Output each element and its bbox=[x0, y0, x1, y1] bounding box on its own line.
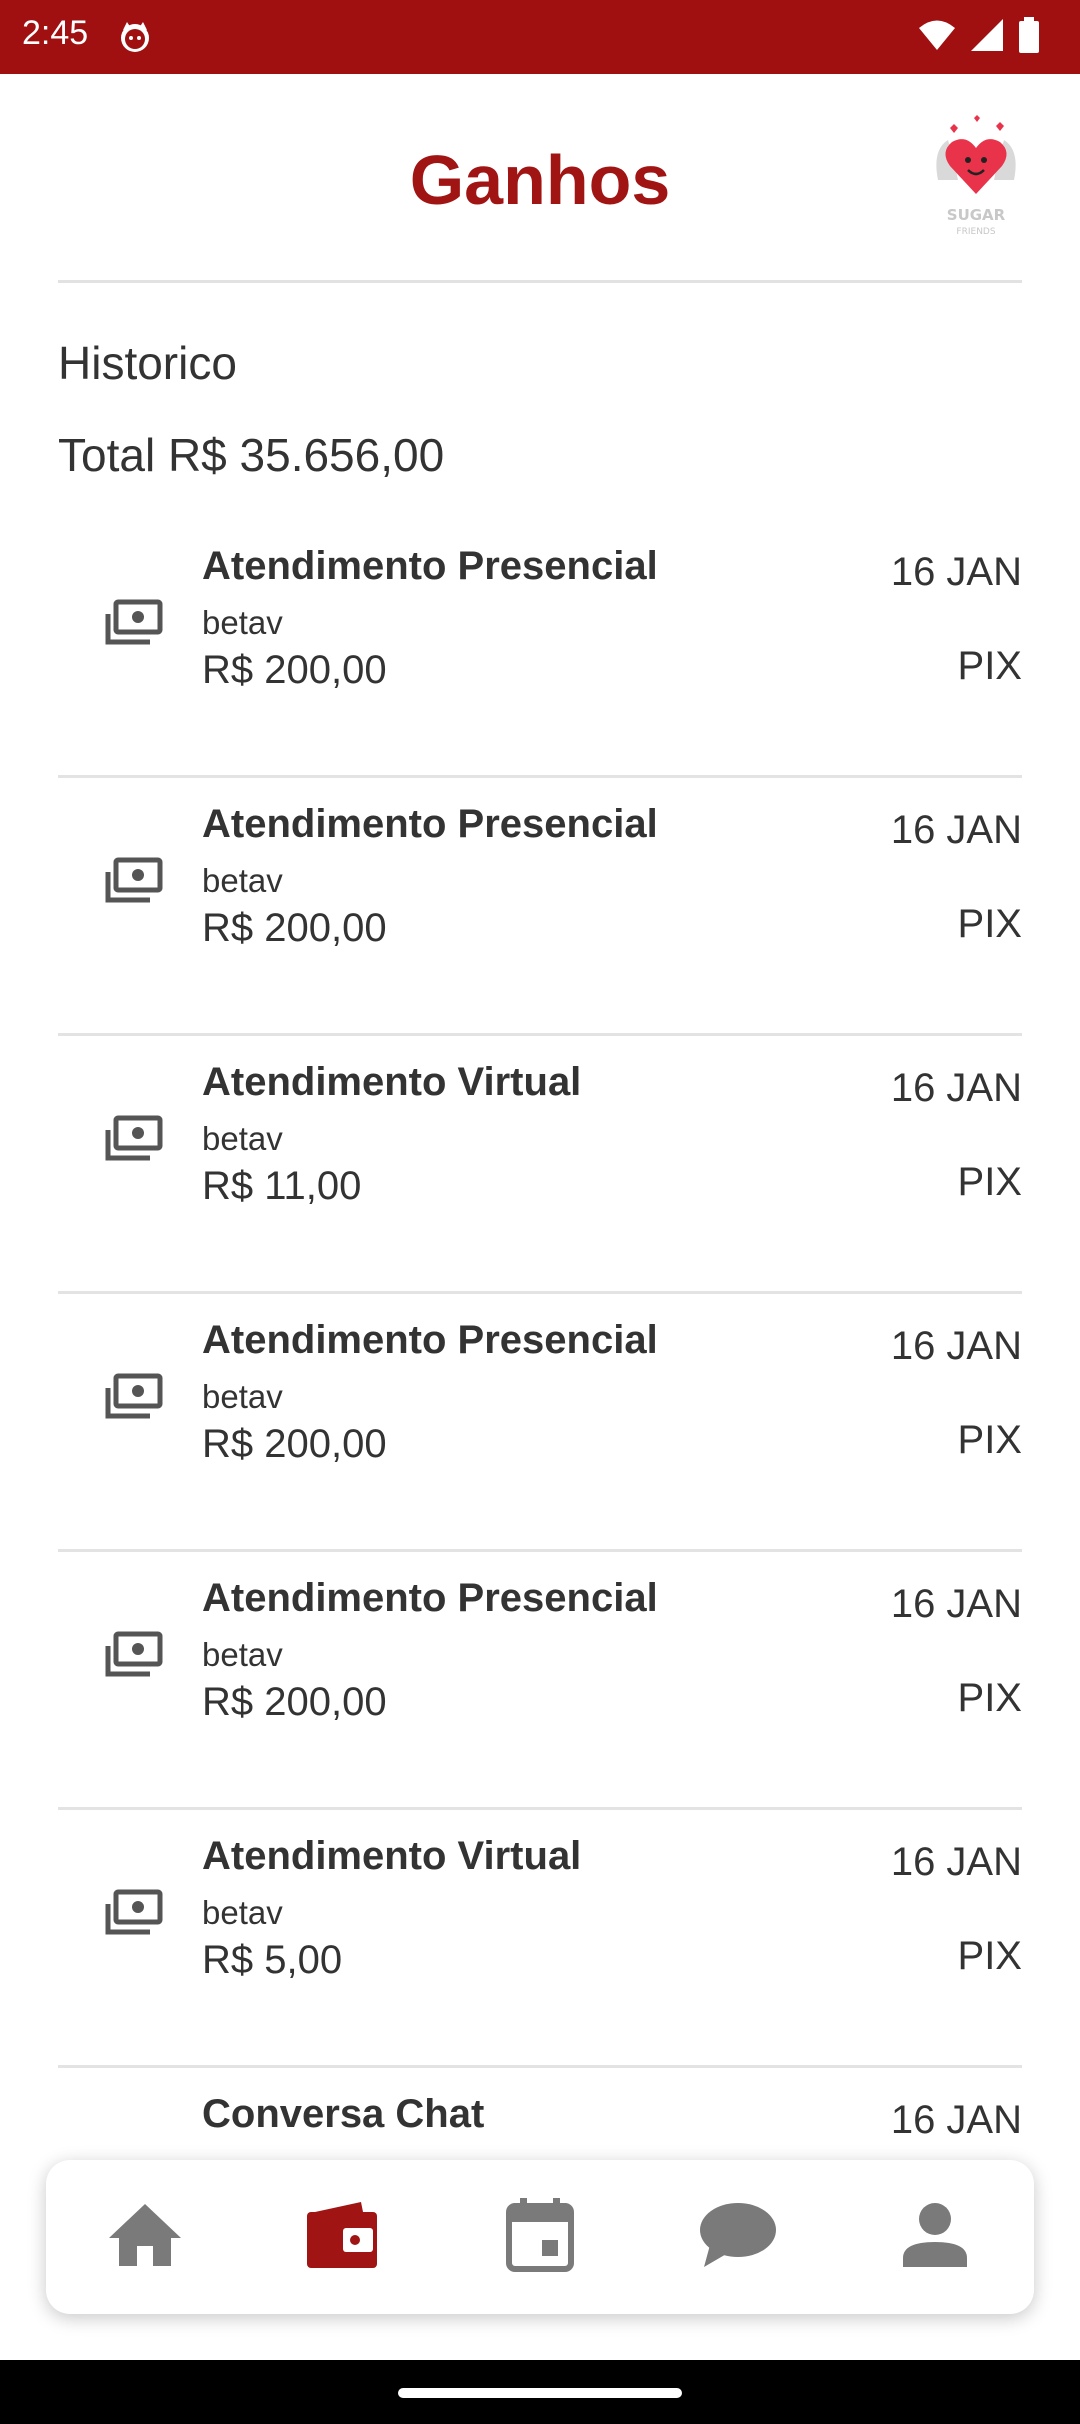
transaction-date: 16 JAN bbox=[890, 1582, 1022, 1626]
transaction-title: Conversa Chat bbox=[202, 2092, 485, 2136]
money-icon bbox=[104, 1630, 164, 1680]
home-gesture-pill[interactable] bbox=[398, 2388, 682, 2398]
transaction-row[interactable]: Atendimento Presencial betav R$ 200,00 1… bbox=[58, 520, 1022, 778]
transaction-client: betav bbox=[202, 1636, 283, 1673]
transaction-client: betav bbox=[202, 1120, 283, 1157]
wifi-icon bbox=[918, 19, 956, 56]
payment-method: PIX bbox=[957, 1160, 1022, 1204]
page-title: Ganhos bbox=[409, 141, 671, 219]
total-earnings: Total R$ 35.656,00 bbox=[58, 429, 445, 481]
nav-wallet[interactable] bbox=[282, 2177, 402, 2297]
home-icon bbox=[107, 2202, 183, 2273]
transaction-date: 16 JAN bbox=[890, 1324, 1022, 1368]
transaction-amount: R$ 11,00 bbox=[202, 1164, 362, 1208]
section-title: Historico bbox=[58, 337, 237, 389]
status-bar: 2:45 bbox=[0, 0, 1080, 74]
transaction-row[interactable]: Atendimento Presencial betav R$ 200,00 1… bbox=[58, 778, 1022, 1036]
transaction-row[interactable]: Atendimento Virtual betav R$ 11,00 16 JA… bbox=[58, 1036, 1022, 1294]
money-icon bbox=[104, 856, 164, 906]
transaction-amount: R$ 200,00 bbox=[202, 648, 387, 692]
money-icon bbox=[104, 1888, 164, 1938]
transaction-client: betav bbox=[202, 604, 283, 641]
transaction-amount: R$ 5,00 bbox=[202, 1938, 343, 1982]
money-icon bbox=[104, 1372, 164, 1422]
transaction-title: Atendimento Virtual bbox=[202, 1834, 582, 1878]
system-gesture-bar bbox=[0, 2360, 1080, 2424]
nav-chat[interactable] bbox=[678, 2177, 798, 2297]
money-icon bbox=[104, 598, 164, 648]
transaction-date: 16 JAN bbox=[890, 808, 1022, 852]
wallet-icon bbox=[305, 2200, 379, 2275]
header: Ganhos SUGAR FRIENDS bbox=[0, 74, 1080, 284]
status-time: 2:45 bbox=[22, 14, 89, 52]
transaction-amount: R$ 200,00 bbox=[202, 1680, 387, 1724]
transaction-title: Atendimento Presencial bbox=[202, 1318, 658, 1362]
svg-text:SUGAR: SUGAR bbox=[947, 206, 1006, 224]
transaction-date: 16 JAN bbox=[890, 2098, 1022, 2142]
nav-profile[interactable] bbox=[875, 2177, 995, 2297]
transaction-title: Atendimento Presencial bbox=[202, 544, 658, 588]
transaction-row[interactable]: Atendimento Presencial betav R$ 200,00 1… bbox=[58, 1294, 1022, 1552]
nav-home[interactable] bbox=[85, 2177, 205, 2297]
transaction-amount: R$ 200,00 bbox=[202, 1422, 387, 1466]
svg-text:FRIENDS: FRIENDS bbox=[956, 227, 995, 237]
transaction-date: 16 JAN bbox=[890, 550, 1022, 594]
transaction-title: Atendimento Presencial bbox=[202, 802, 658, 846]
transaction-client: betav bbox=[202, 1894, 283, 1931]
payment-method: PIX bbox=[957, 1418, 1022, 1462]
bottom-nav bbox=[46, 2160, 1034, 2314]
transaction-row[interactable]: Atendimento Presencial betav R$ 200,00 1… bbox=[58, 1552, 1022, 1810]
transaction-amount: R$ 200,00 bbox=[202, 906, 387, 950]
money-icon bbox=[104, 1114, 164, 1164]
signal-icon bbox=[970, 18, 1004, 57]
payment-method: PIX bbox=[957, 1676, 1022, 1720]
transaction-date: 16 JAN bbox=[890, 1840, 1022, 1884]
transaction-date: 16 JAN bbox=[890, 1066, 1022, 1110]
transaction-row[interactable]: Conversa Chat 16 JAN bbox=[58, 2068, 1022, 2160]
payment-method: PIX bbox=[957, 902, 1022, 946]
payment-method: PIX bbox=[957, 1934, 1022, 1978]
calendar-icon bbox=[505, 2197, 574, 2277]
profile-icon bbox=[902, 2202, 968, 2273]
chat-icon bbox=[698, 2201, 778, 2274]
transaction-title: Atendimento Presencial bbox=[202, 1576, 658, 1620]
transaction-row[interactable]: Atendimento Virtual betav R$ 5,00 16 JAN… bbox=[58, 1810, 1022, 2068]
payment-method: PIX bbox=[957, 644, 1022, 688]
transaction-list[interactable]: Atendimento Presencial betav R$ 200,00 1… bbox=[0, 520, 1080, 2160]
cat-notification-icon bbox=[118, 20, 152, 54]
battery-icon bbox=[1018, 16, 1040, 58]
transaction-title: Atendimento Virtual bbox=[202, 1060, 582, 1104]
transaction-client: betav bbox=[202, 1378, 283, 1415]
header-divider bbox=[58, 280, 1022, 283]
transaction-client: betav bbox=[202, 862, 283, 899]
nav-calendar[interactable] bbox=[480, 2177, 600, 2297]
sugar-friends-logo-icon: SUGAR FRIENDS bbox=[928, 110, 1024, 240]
